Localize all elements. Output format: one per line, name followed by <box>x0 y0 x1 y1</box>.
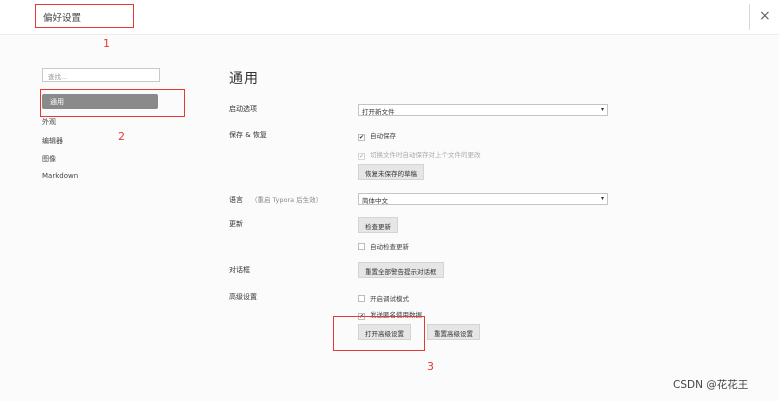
checkbox-empty-icon <box>358 243 365 250</box>
watermark: CSDN @花花王 <box>673 379 749 391</box>
startup-select-value: 打开新文件 <box>362 108 395 116</box>
annotation-number-3: 3 <box>427 360 434 373</box>
chevron-down-icon: ▾ <box>600 195 604 202</box>
language-select[interactable]: 简体中文 ▾ <box>358 193 608 205</box>
checkbox-checked-icon: ✔ <box>358 134 365 141</box>
search-input[interactable]: 查找... <box>42 68 160 82</box>
advanced-label: 高级设置 <box>229 293 257 301</box>
close-button[interactable]: × <box>749 4 775 30</box>
sidebar-item-general[interactable]: 通用 <box>42 94 158 109</box>
save-on-switch-label: 切换文件时自动保存对上个文件的更改 <box>370 151 481 159</box>
sidebar-item-markdown[interactable]: Markdown <box>42 172 78 180</box>
save-on-switch-checkbox[interactable]: ✔ 切换文件时自动保存对上个文件的更改 <box>358 149 481 160</box>
save-label: 保存 & 恢复 <box>229 131 267 139</box>
auto-save-checkbox[interactable]: ✔ 自动保存 <box>358 130 396 141</box>
auto-check-update-checkbox[interactable]: 自动检查更新 <box>358 241 409 251</box>
language-label: 语言 （重启 Typora 后生效） <box>229 194 322 205</box>
recover-drafts-button[interactable]: 恢复未保存的草稿 <box>358 164 424 180</box>
language-hint: （重启 Typora 后生效） <box>251 196 323 204</box>
debug-mode-checkbox[interactable]: 开启调试模式 <box>358 293 409 303</box>
checkbox-checked-icon: ✔ <box>358 153 365 160</box>
sidebar-item-editor[interactable]: 编辑器 <box>42 136 63 146</box>
update-label: 更新 <box>229 220 243 228</box>
language-label-text: 语言 <box>229 196 243 204</box>
language-select-value: 简体中文 <box>362 197 388 205</box>
annotation-number-2: 2 <box>118 130 125 143</box>
open-advanced-settings-button[interactable]: 打开高级设置 <box>358 324 411 340</box>
send-usage-label: 发送匿名使用数据 <box>370 311 422 319</box>
page-title: 通用 <box>229 71 259 87</box>
auto-check-update-label: 自动检查更新 <box>370 243 409 251</box>
dialog-label: 对话框 <box>229 266 250 274</box>
chevron-down-icon: ▾ <box>600 106 604 113</box>
sidebar-item-image[interactable]: 图像 <box>42 154 56 164</box>
checkbox-checked-icon: ✔ <box>358 313 365 320</box>
sidebar-item-appearance[interactable]: 外观 <box>42 117 56 127</box>
reset-dialogs-button[interactable]: 重置全部警告提示对话框 <box>358 262 444 278</box>
reset-advanced-settings-button[interactable]: 重置高级设置 <box>427 324 480 340</box>
send-usage-checkbox[interactable]: ✔ 发送匿名使用数据 <box>358 309 422 320</box>
startup-label: 启动选项 <box>229 105 257 113</box>
close-icon[interactable]: × <box>759 7 771 25</box>
debug-mode-label: 开启调试模式 <box>370 295 409 303</box>
auto-save-label: 自动保存 <box>370 132 396 140</box>
check-update-button[interactable]: 检查更新 <box>358 217 398 233</box>
title-bar: 偏好设置 × <box>0 0 779 34</box>
window-title: 偏好设置 <box>43 13 82 24</box>
annotation-number-1: 1 <box>103 37 110 50</box>
startup-select[interactable]: 打开新文件 ▾ <box>358 104 608 116</box>
checkbox-empty-icon <box>358 295 365 302</box>
